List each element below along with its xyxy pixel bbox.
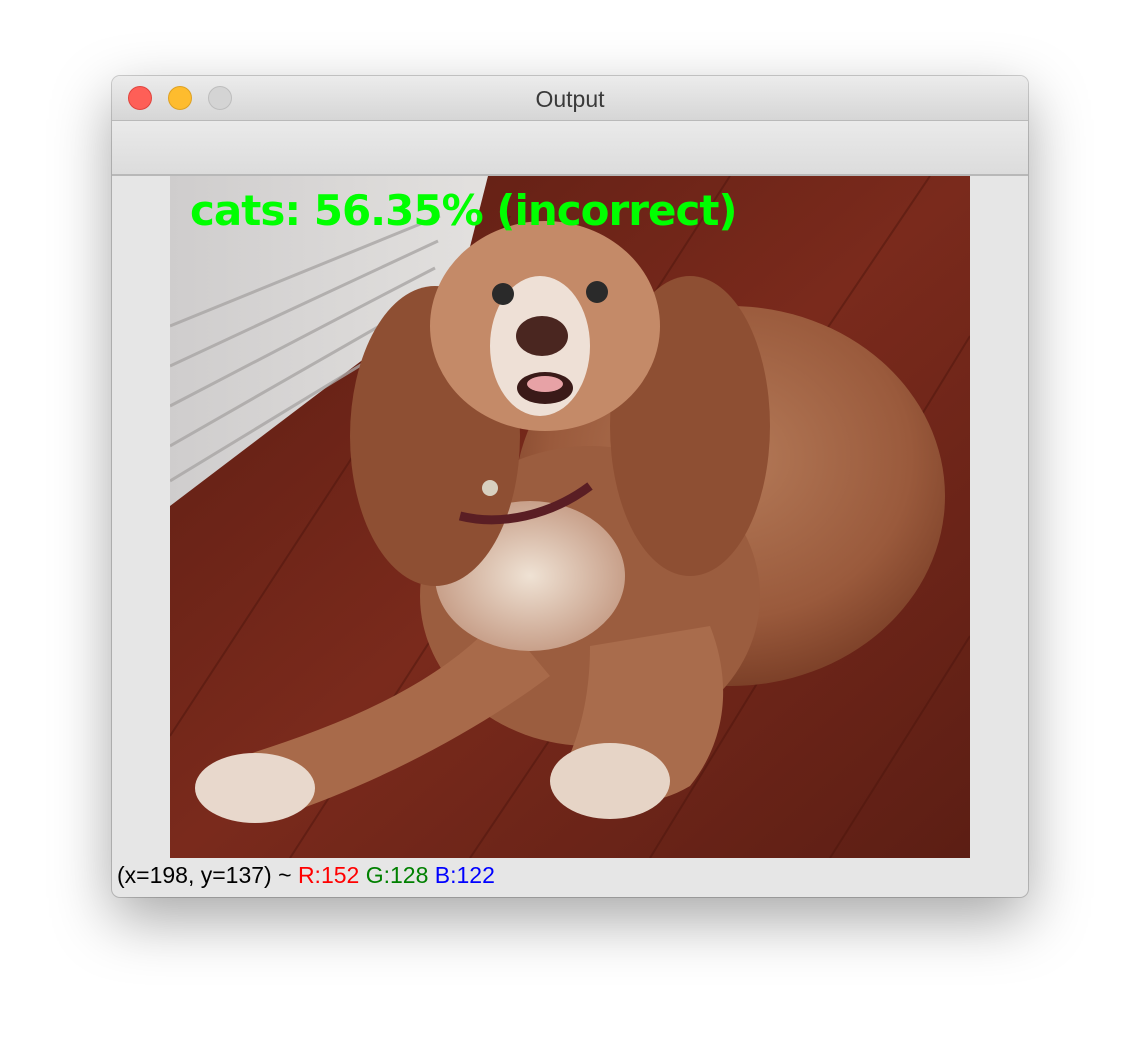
red-value: R:152 xyxy=(297,862,360,888)
image-display[interactable]: cats: 56.35% (incorrect) xyxy=(170,176,970,858)
window-title: Output xyxy=(535,86,605,112)
blue-value: B:122 xyxy=(434,862,495,888)
cursor-coordinates: (x=198, y=137) ~ xyxy=(117,862,292,888)
toolbar xyxy=(112,121,1028,176)
output-window: Output cats: 56.35% (incorrect) (x=198, … xyxy=(112,76,1028,897)
status-bar: (x=198, y=137) ~ R:152 G:128 B:122 xyxy=(117,862,495,888)
dog-photo xyxy=(170,176,970,858)
title-bar[interactable]: Output xyxy=(112,76,1028,121)
prediction-label: cats: 56.35% (incorrect) xyxy=(190,186,738,235)
green-value: G:128 xyxy=(365,862,429,888)
